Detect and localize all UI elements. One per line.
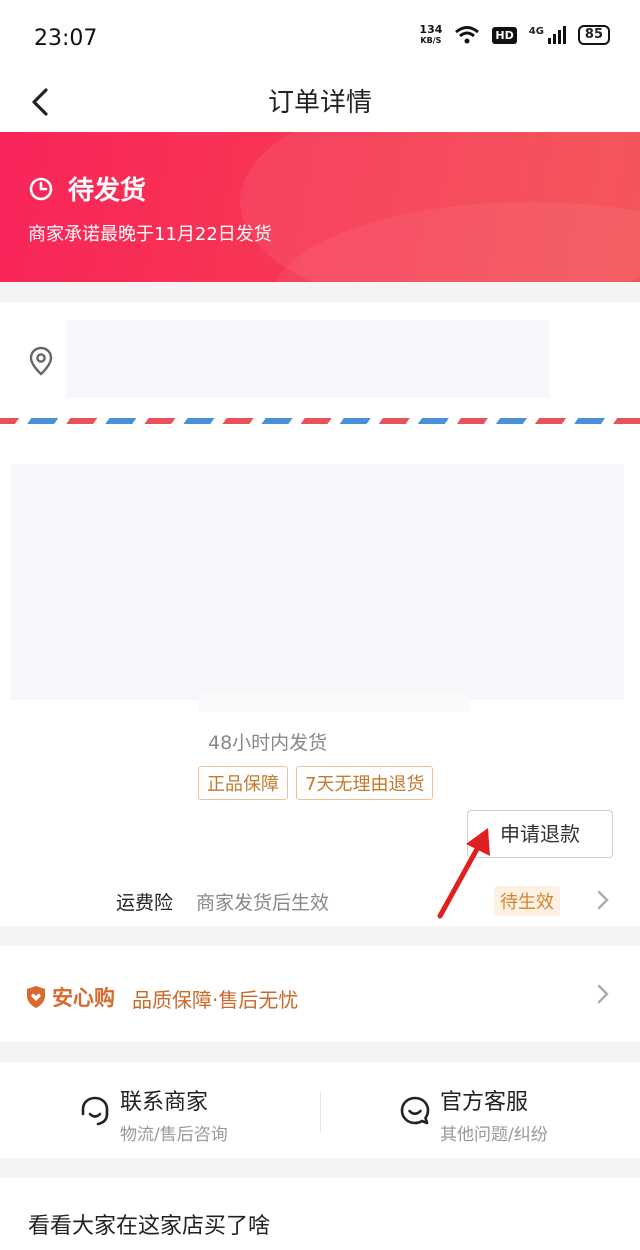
contact-merchant-title: 联系商家 — [120, 1090, 209, 1115]
tag-7day-return: 7天无理由退货 — [296, 766, 434, 800]
order-status-row: 待发货 — [28, 170, 146, 207]
assurance-row[interactable]: 安心购 品质保障·售后无忧 — [0, 946, 640, 1042]
service-tags: 正品保障 7天无理由退货 — [198, 766, 434, 800]
hd-badge: HD — [492, 26, 517, 44]
clock-icon — [29, 177, 53, 200]
recommend-title: 看看大家在这家店买了啥 — [28, 1214, 271, 1239]
assurance-brand: 安心购 — [52, 986, 115, 1010]
network-type: 4G — [528, 26, 544, 37]
contact-merchant-button[interactable]: 联系商家 物流/售后咨询 — [78, 1084, 228, 1145]
page-title: 订单详情 — [267, 88, 372, 118]
signal-icon: 4G — [529, 26, 566, 44]
recommend-section: 看看大家在这家店买了啥 — [0, 1178, 640, 1250]
shield-heart-icon — [27, 986, 45, 1008]
freight-insurance-desc: 商家发货后生效 — [196, 892, 330, 914]
network-speed: 134 KB/S — [419, 24, 442, 46]
product-card: 48小时内发货 正品保障 7天无理由退货 申请退款 运费险 商家发货后生效 待生… — [0, 444, 640, 926]
order-status-banner: 待发货 商家承诺最晚于11月22日发货 — [0, 132, 640, 282]
network-speed-value: 134 — [419, 23, 443, 36]
product-info-redacted[interactable] — [10, 464, 624, 700]
freight-insurance-label: 运费险 — [116, 892, 174, 914]
wifi-icon — [455, 26, 480, 44]
product-spec-redacted — [198, 694, 470, 712]
tag-authentic: 正品保障 — [198, 766, 288, 800]
official-service-sub: 其他问题/纠纷 — [440, 1125, 548, 1145]
freight-insurance-status[interactable]: 待生效 — [494, 886, 560, 916]
status-bar: 23:07 134 KB/S HD 4G 85 — [0, 0, 640, 72]
assurance-text: 品质保障·售后无忧 — [132, 988, 299, 1012]
assurance-logo: 安心购 — [24, 982, 115, 1012]
airmail-divider — [0, 418, 640, 424]
headset-icon — [81, 1096, 109, 1126]
chevron-right-icon — [597, 984, 609, 1004]
order-status-title: 待发货 — [68, 176, 147, 206]
status-icons: 134 KB/S HD 4G 85 — [419, 24, 610, 46]
battery-icon: 85 — [577, 25, 610, 45]
nav-bar: 订单详情 — [0, 72, 640, 132]
order-status-subtitle: 商家承诺最晚于11月22日发货 — [28, 224, 272, 245]
official-service-button[interactable]: 官方客服 其他问题/纠纷 — [398, 1084, 548, 1145]
address-card[interactable] — [0, 302, 640, 444]
network-speed-unit: KB/S — [420, 36, 442, 45]
official-service-title: 官方客服 — [440, 1090, 529, 1115]
shipping-note: 48小时内发货 — [208, 732, 328, 754]
location-pin-icon — [29, 346, 53, 376]
contact-row: 联系商家 物流/售后咨询 官方客服 其他问题/纠纷 — [0, 1062, 640, 1158]
contact-merchant-sub: 物流/售后咨询 — [120, 1125, 228, 1145]
annotation-arrow-icon — [437, 828, 490, 919]
status-time: 23:07 — [34, 26, 98, 51]
contact-divider — [320, 1092, 321, 1132]
chevron-right-icon[interactable] — [596, 890, 610, 910]
chat-bubble-icon — [400, 1096, 430, 1125]
address-redacted — [66, 320, 550, 398]
